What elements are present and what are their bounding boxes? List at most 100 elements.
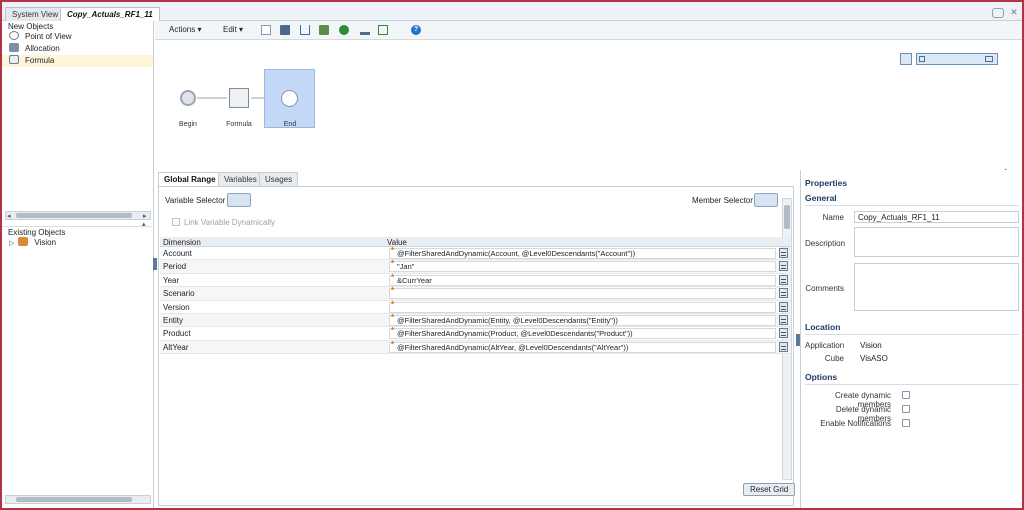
grid-rows: Account * @FilterSharedAndDynamic(Account,…: [160, 246, 790, 355]
modified-marker-icon: *: [391, 286, 395, 296]
point-of-view-icon: [9, 31, 19, 40]
range-grid: Dimension Value Account * @FilterSharedAnd…: [160, 237, 790, 355]
tab-usages[interactable]: Usages: [259, 172, 299, 186]
divider: [805, 205, 1019, 206]
value-cell[interactable]: * @FilterSharedAndDynamic(AltYear, @Level…: [389, 340, 776, 353]
launch-icon[interactable]: [378, 25, 388, 35]
option-delete-dynamic-checkbox[interactable]: [902, 405, 910, 413]
new-icon[interactable]: [261, 25, 271, 35]
tab-variables[interactable]: Variables: [218, 172, 263, 186]
value-text: @FilterSharedAndDynamic(AltYear, @Level0…: [397, 342, 629, 352]
chat-icon[interactable]: [992, 8, 1004, 18]
dimension-cell: Year: [163, 275, 180, 285]
link-variable-checkbox[interactable]: [172, 218, 180, 226]
end-node-selected[interactable]: End: [264, 69, 315, 128]
cube-label: Cube: [824, 354, 844, 363]
new-objects-title: New Objects: [8, 22, 54, 31]
description-field[interactable]: [854, 227, 1019, 257]
table-row: Product * @FilterSharedAndDynamic(Product,…: [160, 326, 790, 341]
member-selector-button[interactable]: [754, 193, 778, 207]
value-cell[interactable]: *: [389, 286, 776, 300]
left-panel-splitter[interactable]: [153, 258, 157, 270]
new-object-allocation[interactable]: Allocation: [9, 43, 153, 55]
member-select-icon[interactable]: [779, 301, 788, 312]
value-cell[interactable]: * &CurrYear: [389, 272, 776, 286]
left-divider: [2, 226, 154, 227]
member-select-icon[interactable]: [779, 274, 788, 285]
tab-global-range[interactable]: Global Range: [158, 172, 222, 186]
general-section-title: General: [805, 193, 837, 203]
option-create-dynamic-checkbox[interactable]: [902, 391, 910, 399]
value-text: "Jan": [397, 262, 415, 272]
scroll-left-icon[interactable]: ◂: [7, 212, 11, 220]
begin-node-label: Begin: [179, 121, 197, 128]
download-icon[interactable]: [300, 25, 310, 35]
formula-node-label: Formula: [226, 121, 252, 128]
reset-grid-button[interactable]: Reset Grid: [743, 483, 796, 496]
scroll-right-icon[interactable]: ▸: [143, 212, 147, 220]
formula-node-icon[interactable]: [229, 88, 249, 108]
table-row: Version *: [160, 300, 790, 314]
member-select-icon[interactable]: [779, 261, 788, 272]
divider: [805, 334, 1019, 335]
value-cell[interactable]: * @FilterSharedAndDynamic(Entity, @Level0…: [389, 313, 776, 326]
close-icon[interactable]: ✕: [1009, 8, 1019, 18]
save-icon[interactable]: [280, 25, 290, 35]
member-select-icon[interactable]: [779, 248, 788, 258]
variable-selector-label: Variable Selector: [165, 196, 226, 205]
member-select-icon[interactable]: [779, 341, 788, 352]
description-label: Description: [805, 239, 846, 248]
save-as-icon[interactable]: [319, 25, 329, 35]
validate-icon[interactable]: [339, 25, 349, 35]
new-object-point-of-view[interactable]: Point of View: [9, 31, 153, 43]
table-row: Period * "Jan": [160, 259, 790, 274]
value-cell[interactable]: * @FilterSharedAndDynamic(Account, @Level…: [389, 246, 776, 259]
value-cell[interactable]: * @FilterSharedAndDynamic(Product, @Level…: [389, 326, 776, 340]
zoom-out-icon[interactable]: [919, 56, 925, 62]
header-dimension: Dimension: [163, 238, 201, 247]
dimension-cell: Account: [163, 249, 192, 258]
zoom-fit-icon[interactable]: [900, 53, 912, 65]
table-row: AltYear * @FilterSharedAndDynamic(AltYear,…: [160, 340, 790, 355]
toolbar: Actions ▾ Edit ▾ ?: [155, 21, 1022, 40]
divider: [805, 384, 1019, 385]
member-select-icon[interactable]: [779, 288, 788, 299]
value-cell[interactable]: * "Jan": [389, 259, 776, 273]
cube-value: VisASO: [860, 354, 888, 363]
scroll-thumb[interactable]: [16, 213, 132, 218]
dimension-cell: Product: [163, 329, 191, 339]
expand-icon[interactable]: ▷: [9, 240, 14, 247]
variable-selector-button[interactable]: [227, 193, 251, 207]
modified-marker-icon: *: [391, 272, 395, 282]
scroll-thumb[interactable]: [16, 497, 132, 502]
member-select-icon[interactable]: [779, 328, 788, 339]
deploy-icon[interactable]: [360, 25, 370, 35]
zoom-slider[interactable]: [916, 53, 998, 65]
zoom-in-icon[interactable]: [985, 56, 993, 62]
grid-header: Dimension Value: [160, 237, 790, 247]
tab-bar: System View Copy_Actuals_RF1_11 ✕: [2, 2, 1022, 24]
existing-object-vision[interactable]: ▷ Vision: [9, 237, 153, 249]
value-text: @FilterSharedAndDynamic(Account, @Level0…: [397, 249, 636, 258]
scroll-thumb[interactable]: [784, 205, 790, 229]
option-enable-notifications-checkbox[interactable]: [902, 419, 910, 427]
formula-icon: [9, 55, 19, 64]
designer-canvas: Begin Formula End ▴: [155, 40, 1022, 174]
new-objects-scrollbar[interactable]: ◂ ▸: [5, 211, 151, 220]
properties-panel: Properties General Name Copy_Actuals_RF1…: [800, 170, 1022, 508]
name-field[interactable]: Copy_Actuals_RF1_11: [854, 211, 1019, 223]
edit-menu[interactable]: Edit ▾: [223, 25, 243, 34]
dimension-cell: Entity: [163, 315, 184, 325]
table-row: Account * @FilterSharedAndDynamic(Account,…: [160, 246, 790, 261]
value-text: @FilterSharedAndDynamic(Entity, @Level0D…: [397, 315, 618, 325]
help-icon[interactable]: ?: [411, 25, 421, 35]
begin-node-icon[interactable]: [180, 90, 196, 106]
actions-menu[interactable]: Actions ▾: [169, 25, 201, 34]
member-select-icon[interactable]: [779, 314, 788, 325]
dropdown-icon: ▾: [239, 25, 244, 34]
header-value: Value: [387, 238, 407, 247]
existing-objects-scrollbar[interactable]: [5, 495, 151, 504]
comments-field[interactable]: [854, 263, 1019, 311]
new-object-formula[interactable]: Formula: [2, 55, 153, 67]
value-cell[interactable]: *: [389, 300, 776, 313]
